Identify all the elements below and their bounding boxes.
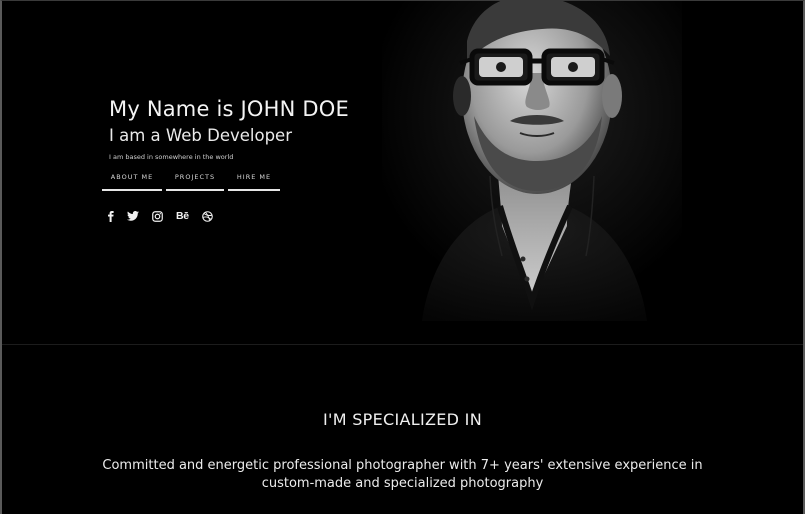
- hero-nav: ABOUT ME PROJECTS HIRE ME: [102, 169, 280, 191]
- behance-label: Bē: [176, 210, 189, 222]
- nav-projects[interactable]: PROJECTS: [166, 169, 224, 191]
- hero-location: I am based in somewhere in the world: [109, 153, 234, 161]
- specialized-heading: I'M SPECIALIZED IN: [323, 410, 482, 429]
- hero-intro: My Name is JOHN DOE I am a Web Developer…: [109, 95, 409, 162]
- page-frame: My Name is JOHN DOE I am a Web Developer…: [0, 0, 805, 514]
- behance-icon[interactable]: Bē: [176, 209, 189, 223]
- hero-section: My Name is JOHN DOE I am a Web Developer…: [2, 1, 803, 344]
- hero-subtitle: I am a Web Developer: [109, 126, 292, 145]
- instagram-icon[interactable]: [152, 209, 163, 223]
- facebook-icon[interactable]: [108, 209, 114, 223]
- specialized-description: Committed and energetic professional pho…: [102, 458, 703, 491]
- twitter-icon[interactable]: [127, 209, 139, 223]
- specialized-section: I'M SPECIALIZED IN Committed and energet…: [2, 345, 803, 514]
- nav-about-me[interactable]: ABOUT ME: [102, 169, 162, 191]
- social-links: Bē: [108, 209, 213, 223]
- portrait-photo: [382, 1, 682, 321]
- dribbble-icon[interactable]: [202, 209, 213, 223]
- nav-hire-me[interactable]: HIRE ME: [228, 169, 280, 191]
- hero-title: My Name is JOHN DOE: [109, 97, 349, 121]
